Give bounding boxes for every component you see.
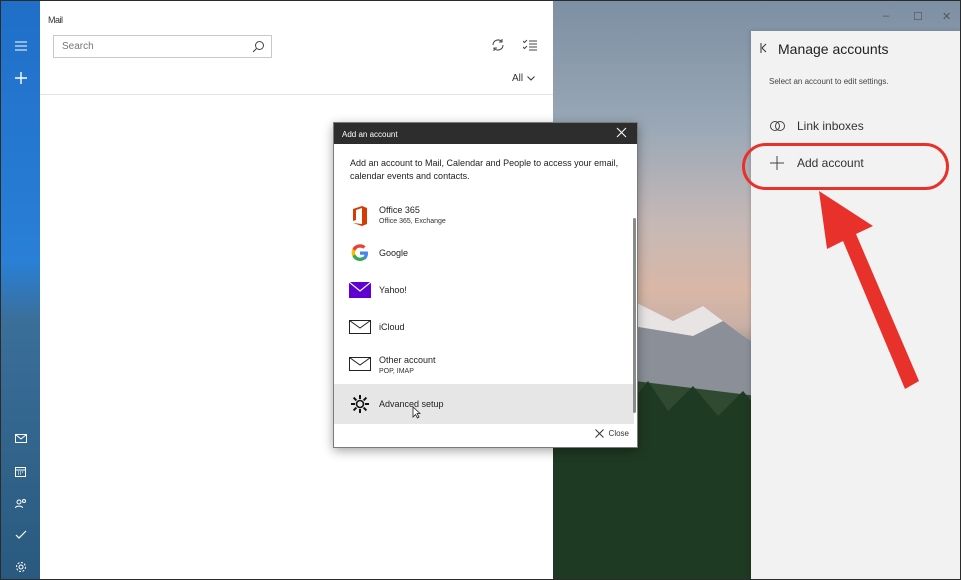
annotation-highlight-ellipse — [742, 143, 949, 190]
account-option-google[interactable]: Google — [334, 234, 634, 270]
annotation-arrow-icon — [819, 191, 919, 389]
account-option-yahoo[interactable]: Yahoo! — [334, 271, 634, 307]
sync-icon[interactable] — [491, 38, 505, 52]
search-box[interactable] — [53, 35, 272, 58]
new-mail-icon[interactable] — [1, 63, 40, 93]
filter-label: All — [512, 73, 524, 84]
cursor-icon — [412, 406, 421, 419]
manage-accounts-subtitle: Select an account to edit settings. — [769, 77, 889, 86]
mail-icon[interactable] — [1, 423, 40, 453]
maximize-button[interactable]: ☐ — [913, 10, 923, 23]
account-option-advanced[interactable]: Advanced setup — [334, 384, 634, 424]
search-input[interactable] — [54, 36, 244, 57]
mail-app-window: Mail All – ☐ ✕ Manage accounts Select an… — [0, 0, 961, 580]
link-inboxes-label: Link inboxes — [797, 119, 864, 133]
search-icon[interactable] — [252, 40, 265, 53]
close-window-button[interactable]: ✕ — [942, 10, 951, 23]
office365-icon — [349, 205, 371, 227]
app-title: Mail — [48, 15, 63, 25]
account-option-icloud[interactable]: iCloud — [334, 308, 634, 344]
hamburger-icon[interactable] — [1, 31, 40, 61]
navigation-rail — [1, 1, 40, 579]
dialog-close-label: Close — [608, 429, 629, 438]
account-option-other[interactable]: Other account POP, IMAP — [334, 345, 634, 381]
account-option-name: Google — [379, 248, 409, 258]
add-account-dialog: Add an account Add an account to Mail, C… — [333, 122, 638, 448]
account-option-name: Office 365 — [379, 205, 420, 215]
close-icon[interactable] — [616, 127, 627, 138]
dialog-title: Add an account — [342, 130, 398, 139]
minimize-button[interactable]: – — [883, 10, 889, 22]
dialog-close-button[interactable]: Close — [594, 429, 629, 438]
icloud-icon — [349, 316, 371, 338]
account-option-sub: Office 365, Exchange — [379, 218, 446, 225]
account-option-name: iCloud — [379, 322, 405, 332]
yahoo-icon — [349, 279, 371, 301]
account-option-name: Yahoo! — [379, 285, 407, 295]
account-option-sub: POP, IMAP — [379, 368, 414, 375]
chevron-down-icon — [527, 76, 535, 81]
dialog-scrollbar[interactable] — [633, 218, 636, 413]
select-mode-icon[interactable] — [523, 39, 537, 51]
google-icon — [349, 242, 371, 264]
settings-icon[interactable] — [1, 552, 40, 579]
people-icon[interactable] — [1, 488, 40, 518]
gear-icon — [349, 393, 371, 415]
todo-icon[interactable] — [1, 520, 40, 550]
manage-accounts-title: Manage accounts — [778, 41, 889, 57]
watermark-text: technobezz.com — [837, 544, 939, 560]
link-inboxes-button[interactable]: Link inboxes — [769, 119, 864, 133]
back-icon[interactable] — [760, 43, 768, 53]
dialog-description: Add an account to Mail, Calendar and Peo… — [350, 158, 619, 181]
divider — [40, 94, 553, 95]
account-option-name: Other account — [379, 355, 436, 365]
close-icon — [594, 429, 604, 438]
account-option-office365[interactable]: Office 365 Office 365, Exchange — [334, 197, 634, 233]
filter-dropdown[interactable]: All — [512, 73, 535, 84]
calendar-icon[interactable] — [1, 456, 40, 486]
link-icon — [770, 121, 785, 131]
mail-envelope-icon — [349, 353, 371, 375]
dialog-header: Add an account — [334, 123, 637, 144]
